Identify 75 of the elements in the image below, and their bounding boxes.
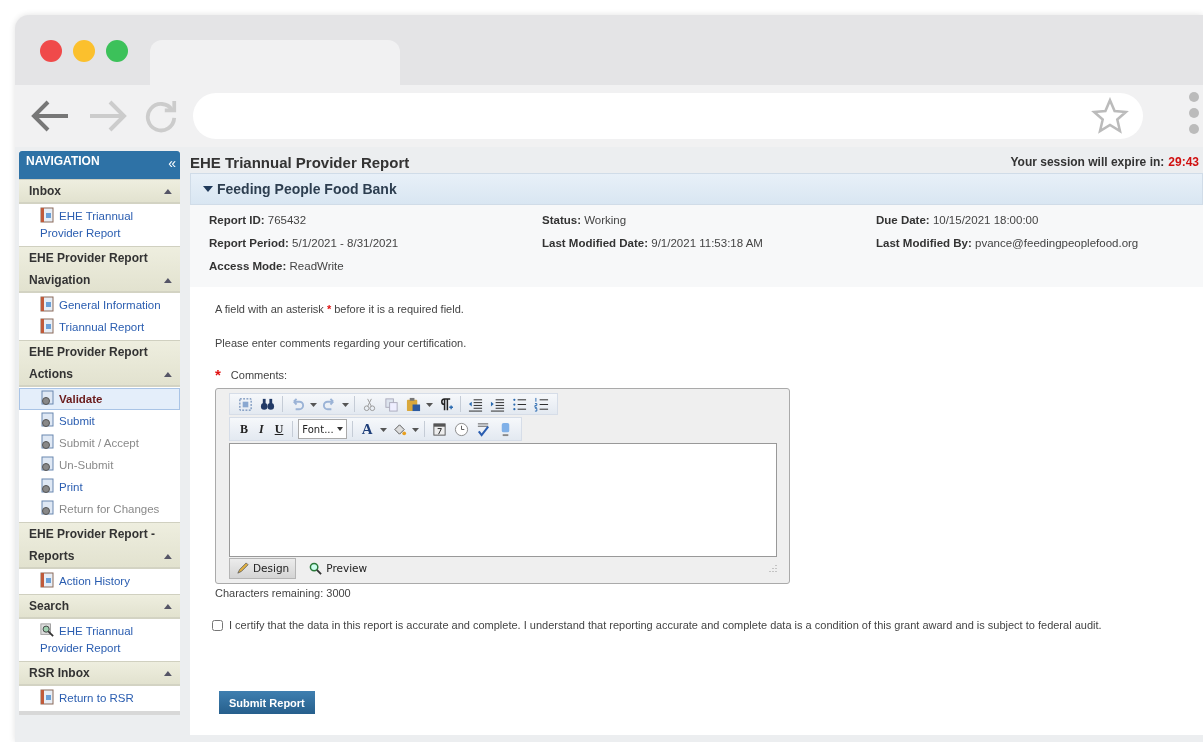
expanded-arrow-icon[interactable] (203, 186, 213, 192)
bulleted-list-icon[interactable] (510, 396, 529, 412)
characters-remaining: Characters remaining: 3000 (215, 587, 352, 599)
report-icon (40, 572, 54, 588)
section-header[interactable]: Search (19, 594, 180, 619)
section-header[interactable]: RSR Inbox (19, 661, 180, 686)
gear-document-icon (40, 390, 54, 406)
section-header[interactable]: EHE Provider Report Actions (19, 340, 180, 387)
gear-document-icon (40, 434, 54, 450)
editor-mode-tab[interactable]: Preview (302, 557, 375, 579)
navigation-link[interactable]: EHE Triannual Provider Report (19, 205, 180, 244)
instructions-text: Please enter comments regarding your certification. (215, 337, 468, 349)
collapse-arrow-icon[interactable] (164, 372, 172, 377)
navigation-link[interactable]: Validate (19, 388, 180, 410)
section-header[interactable]: EHE Provider Report - Reports (19, 522, 180, 569)
detail-field: Report ID: 765432 (209, 212, 542, 229)
close-window-icon[interactable] (40, 40, 62, 62)
clipboard-icon[interactable] (404, 396, 423, 412)
detail-field: Last Modified Date: 9/1/2021 11:53:18 AM (542, 235, 876, 252)
required-note: A field with an asterisk * before it is a required field. (215, 303, 465, 315)
gear-document-icon (40, 500, 54, 516)
collapse-button[interactable]: « (168, 154, 176, 170)
collapse-arrow-icon[interactable] (164, 604, 172, 609)
session-label: Your session will expire in: (1010, 155, 1165, 169)
comments-label: Comments: (230, 369, 288, 381)
magnifier-icon (309, 561, 323, 575)
navigation-link[interactable]: Action History (19, 570, 180, 592)
font-dropdown[interactable]: Font... (298, 419, 347, 439)
section-header[interactable]: Inbox (19, 179, 180, 204)
gear-document-icon (40, 478, 54, 494)
indent-icon[interactable] (488, 396, 507, 412)
collapse-arrow-icon[interactable] (164, 671, 172, 676)
pencil-icon (236, 561, 249, 575)
star-icon[interactable] (1091, 97, 1129, 135)
numbered-list-icon[interactable] (532, 396, 551, 412)
resize-grip-icon[interactable] (769, 564, 777, 572)
navigation-link[interactable]: Triannual Report (19, 316, 180, 338)
navigation-link[interactable]: General Information (19, 294, 180, 316)
gear-document-icon (40, 456, 54, 472)
required-marker: * (215, 369, 221, 381)
detail-field: Due Date: 10/15/2021 18:00:00 (876, 212, 1203, 229)
detail-field: Report Period: 5/1/2021 - 8/31/2021 (209, 235, 542, 252)
detail-field: Last Modified By: pvance@feedingpeoplefood.org (876, 235, 1203, 252)
italic-button[interactable]: I (255, 421, 268, 437)
collapse-arrow-icon[interactable] (164, 278, 172, 283)
certify-checkbox[interactable] (212, 619, 223, 631)
binoculars-icon[interactable] (258, 396, 277, 412)
navigation-link[interactable]: Submit (19, 410, 180, 432)
report-icon (40, 296, 54, 312)
navigation-link[interactable]: EHE Triannual Provider Report (19, 620, 180, 659)
session-timer: 29:43 (1168, 155, 1199, 169)
search-document-icon (40, 622, 54, 638)
submit-report-button[interactable]: Submit Report (219, 691, 315, 714)
detail-field: Status: Working (542, 212, 876, 229)
report-icon (40, 207, 54, 223)
gear-document-icon (40, 412, 54, 428)
collapse-arrow-icon[interactable] (164, 554, 172, 559)
comments-input[interactable] (229, 443, 777, 557)
page-title: EHE Triannual Provider Report (190, 153, 410, 171)
collapse-arrow-icon[interactable] (164, 189, 172, 194)
underline-button[interactable]: U (270, 421, 288, 437)
bold-button[interactable]: B (236, 421, 252, 437)
font-color-button[interactable]: A (357, 420, 377, 438)
detail-field: Access Mode: ReadWrite (209, 258, 542, 275)
editor-mode-tab[interactable]: Design (229, 557, 297, 579)
certify-text: I certify that the data in this report is accurate and complete. I understand that reporting accurate and complete data is a condition of this grant award and is subject to federal audit. (229, 619, 1102, 631)
navigation-link[interactable]: Return to RSR (19, 687, 180, 709)
section-header[interactable]: EHE Provider Report Navigation (19, 246, 180, 293)
back-arrow-icon[interactable] (30, 98, 70, 134)
outdent-icon[interactable] (466, 396, 485, 412)
report-icon (40, 318, 54, 334)
report-icon (40, 689, 54, 705)
navigation-title: NAVIGATION (26, 154, 100, 168)
navigation-link[interactable]: Print (19, 476, 180, 498)
panel-header[interactable]: Feeding People Food Bank (190, 173, 1203, 205)
